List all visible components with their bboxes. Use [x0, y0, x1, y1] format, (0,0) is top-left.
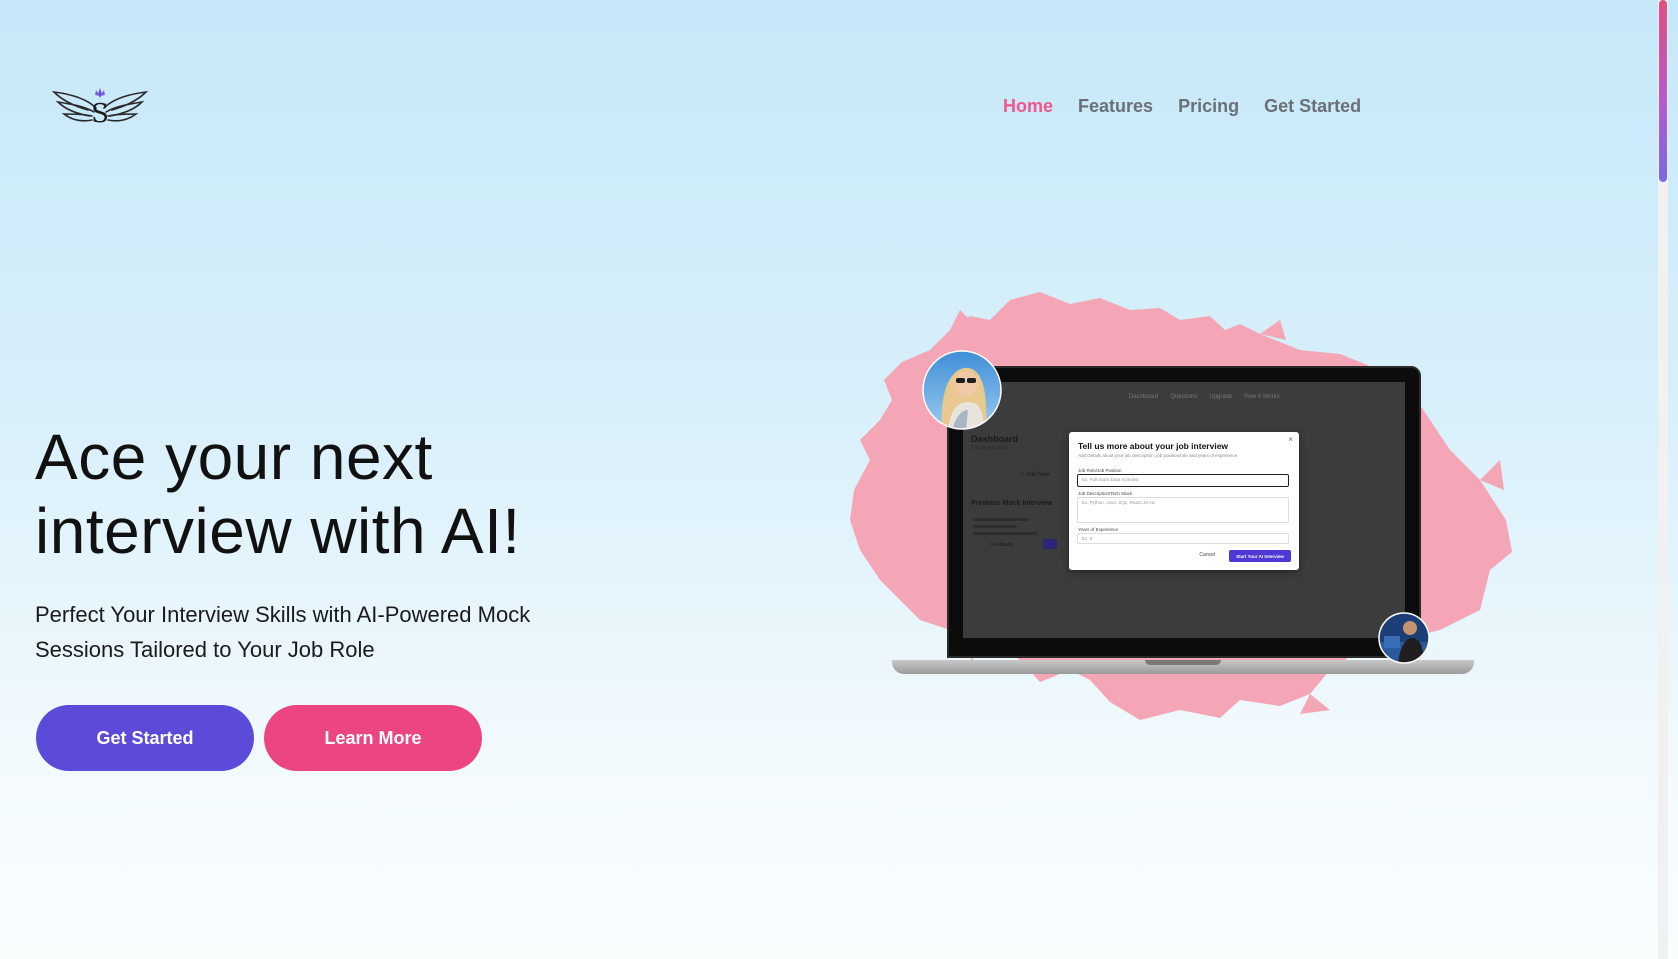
mockup-nav-item: Dashboard [1129, 394, 1159, 400]
page-scrollbar[interactable] [1658, 0, 1668, 959]
man-avatar-icon [1378, 612, 1430, 664]
hero-title: Ace your next interview with AI! [35, 420, 521, 568]
woman-avatar-icon [922, 350, 1002, 430]
mockup-modal-description: Add Details about your job description, … [1078, 453, 1238, 458]
hero-illustration: Dashboard Questions Upgrade How it Works… [840, 290, 1520, 760]
nav-pricing[interactable]: Pricing [1178, 96, 1239, 117]
mockup-stack-input: Ex. Python, Java, SQL, React.JS etc [1077, 497, 1289, 523]
mockup-start-button [1043, 539, 1057, 549]
mockup-cancel-button: Cancel [1199, 552, 1215, 558]
svg-text:S: S [91, 99, 109, 129]
nav-get-started[interactable]: Get Started [1264, 96, 1361, 117]
laptop-screen: Dashboard Questions Upgrade How it Works… [947, 366, 1421, 658]
hero-title-line-2: interview with AI! [35, 495, 521, 567]
nav-features[interactable]: Features [1078, 96, 1153, 117]
close-icon: × [1288, 435, 1293, 444]
mockup-modal: × Tell us more about your job interview … [1069, 432, 1299, 570]
app-screenshot: Dashboard Questions Upgrade How it Works… [963, 382, 1405, 638]
mockup-nav-item: Questions [1170, 394, 1198, 400]
mockup-stack-label: Job Description/Tech Stack [1078, 491, 1133, 496]
mockup-interview-card [973, 514, 1053, 548]
mockup-dashboard-sub: Create and Start [971, 445, 1008, 451]
mockup-nav-item: Upgrade [1209, 394, 1233, 400]
mockup-nav-item: How it Works [1244, 394, 1280, 400]
mockup-modal-title: Tell us more about your job interview [1078, 441, 1229, 451]
scrollbar-thumb[interactable] [1659, 0, 1667, 182]
get-started-button[interactable]: Get Started [36, 705, 254, 771]
mockup-feedback-label: Feedback [991, 542, 1013, 548]
winged-s-logo-icon[interactable]: S [52, 78, 148, 130]
laptop-notch [1145, 660, 1221, 665]
nav-home[interactable]: Home [1003, 96, 1053, 117]
hero-subtitle: Perfect Your Interview Skills with AI-Po… [35, 597, 635, 667]
learn-more-button[interactable]: Learn More [264, 705, 482, 771]
hero-subtitle-line-1: Perfect Your Interview Skills with AI-Po… [35, 602, 531, 627]
hero-subtitle-line-2: Sessions Tailored to Your Job Role [35, 637, 375, 662]
mockup-experience-input: Ex. 5 [1077, 533, 1289, 544]
mockup-add-new: + Add New [1021, 472, 1051, 478]
landing-page: S Home Features Pricing Get Started Ace … [0, 0, 1668, 959]
mockup-experience-label: Years of Experience [1078, 527, 1119, 532]
mockup-position-input: Ex. Full Stack Data Scientist [1077, 474, 1289, 487]
main-nav: Home Features Pricing Get Started [1003, 96, 1361, 117]
mockup-dashboard-title: Dashboard [971, 434, 1019, 444]
mockup-nav: Dashboard Questions Upgrade How it Works [1129, 394, 1280, 400]
hero-title-line-1: Ace your next [35, 421, 433, 493]
mockup-position-label: Job Role/Job Position [1078, 468, 1122, 473]
mockup-previous-title: Previous Mock Interview [971, 500, 1053, 507]
mockup-start-interview-button: Start Your AI Interview [1229, 550, 1291, 562]
